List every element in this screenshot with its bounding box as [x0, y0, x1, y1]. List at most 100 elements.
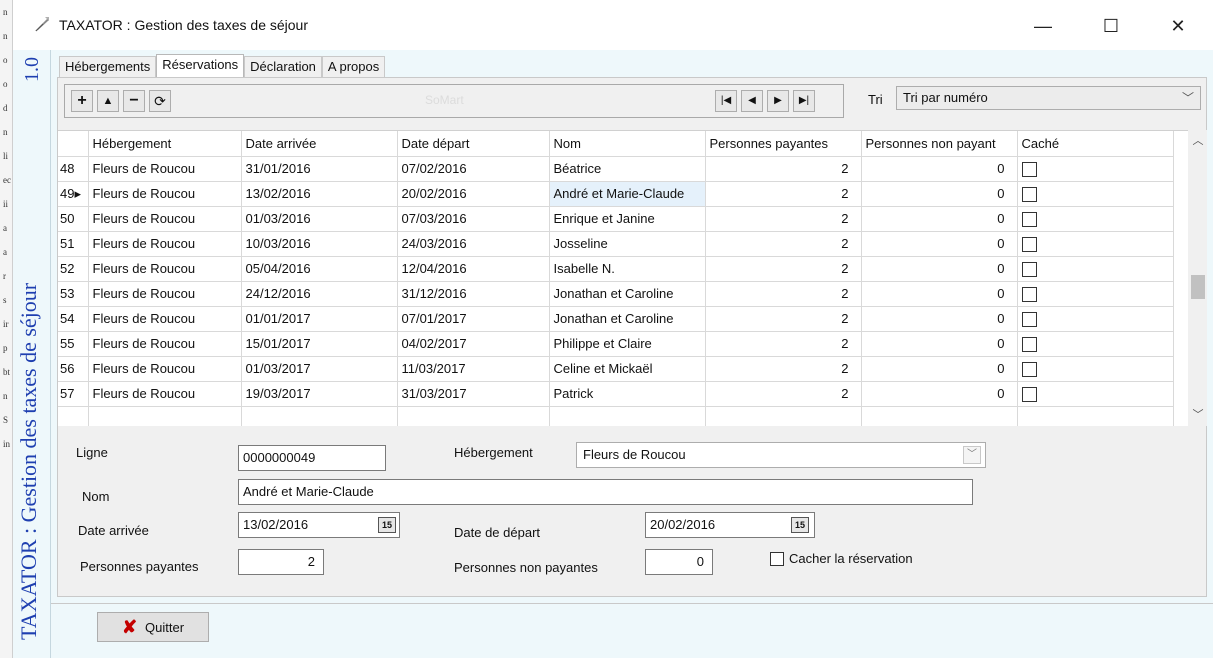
non-payantes-cell[interactable]: 0 [861, 306, 1018, 332]
table-row[interactable]: 54 Fleurs de Roucou 01/01/2017 07/01/2017 Jo… [58, 306, 1174, 332]
date-arrivee-cell[interactable]: 31/01/2016 [241, 156, 398, 182]
nom-cell[interactable]: Patrick [549, 381, 706, 407]
nom-cell[interactable]: Josseline [549, 231, 706, 257]
tab-hebergements[interactable]: Hébergements [59, 56, 157, 78]
cache-cell[interactable] [1017, 181, 1174, 207]
cache-checkbox[interactable] [1021, 336, 1037, 352]
date-depart-cell[interactable]: 04/02/2017 [397, 331, 550, 357]
date-arrivee-cell[interactable]: 01/03/2017 [241, 356, 398, 382]
non-payantes-cell[interactable]: 0 [861, 156, 1018, 182]
sort-select[interactable]: Tri par numéro ﹀ [896, 86, 1201, 110]
hebergement-cell[interactable]: Fleurs de Roucou [88, 256, 242, 282]
date-depart-cell[interactable]: 07/03/2016 [397, 206, 550, 232]
nom-cell[interactable]: Philippe et Claire [549, 331, 706, 357]
non-payantes-cell[interactable]: 0 [861, 256, 1018, 282]
refresh-icon[interactable]: ⟳ [149, 90, 171, 112]
table-row[interactable]: 55 Fleurs de Roucou 15/01/2017 04/02/2017 Ph… [58, 331, 1174, 357]
row-id-cell[interactable]: 54 [58, 306, 89, 332]
row-id-cell[interactable]: 49▸ [58, 181, 89, 207]
date-arrivee-cell[interactable]: 13/02/2016 [241, 181, 398, 207]
hebergement-cell[interactable]: Fleurs de Roucou [88, 181, 242, 207]
non-payantes-cell[interactable]: 0 [861, 356, 1018, 382]
cache-cell[interactable] [1017, 206, 1174, 232]
table-row[interactable]: 53 Fleurs de Roucou 24/12/2016 31/12/2016 Jo… [58, 281, 1174, 307]
cache-cell[interactable] [1017, 281, 1174, 307]
cache-cell[interactable] [1017, 306, 1174, 332]
hebergement-cell[interactable]: Fleurs de Roucou [88, 231, 242, 257]
table-row[interactable]: 56 Fleurs de Roucou 01/03/2017 11/03/2017 Ce… [58, 356, 1174, 382]
tab-a-propos[interactable]: A propos [321, 56, 386, 78]
date-arrivee-cell[interactable]: 01/01/2017 [241, 306, 398, 332]
quit-button[interactable]: ✘ Quitter [97, 612, 209, 642]
cache-checkbox[interactable] [1021, 211, 1037, 227]
cache-checkbox[interactable] [1021, 386, 1037, 402]
col-header-date-arrivee[interactable]: Date arrivée [241, 131, 398, 157]
date-depart-field[interactable]: 20/02/2016 [645, 512, 815, 538]
ligne-field[interactable]: 0000000049 [238, 445, 386, 471]
payantes-cell[interactable]: 2 [705, 331, 862, 357]
table-row[interactable]: 49▸ Fleurs de Roucou 13/02/2016 20/02/2016 A… [58, 181, 1174, 207]
calendar-icon[interactable]: 15 [378, 517, 396, 533]
row-id-cell[interactable]: 55 [58, 331, 89, 357]
row-id-cell[interactable]: 51 [58, 231, 89, 257]
prev-record-button[interactable]: ◀ [741, 90, 763, 112]
hebergement-cell[interactable]: Fleurs de Roucou [88, 281, 242, 307]
row-id-cell[interactable]: 48 [58, 156, 89, 182]
cache-cell[interactable] [1017, 331, 1174, 357]
first-record-button[interactable]: |◀ [715, 90, 737, 112]
date-depart-cell[interactable]: 07/02/2016 [397, 156, 550, 182]
tab-reservations[interactable]: Réservations [156, 54, 245, 78]
date-depart-cell[interactable]: 07/01/2017 [397, 306, 550, 332]
reservations-grid[interactable]: Hébergement Date arrivée Date départ Nom… [58, 130, 1188, 426]
close-button[interactable]: ✕ [1158, 12, 1198, 40]
hebergement-cell[interactable]: Fleurs de Roucou [88, 356, 242, 382]
date-depart-cell[interactable]: 24/03/2016 [397, 231, 550, 257]
date-arrivee-cell[interactable]: 19/03/2017 [241, 381, 398, 407]
table-row[interactable]: 51 Fleurs de Roucou 10/03/2016 24/03/2016 Jo… [58, 231, 1174, 257]
cache-checkbox[interactable] [1021, 311, 1037, 327]
cache-cell[interactable] [1017, 231, 1174, 257]
cache-cell[interactable] [1017, 356, 1174, 382]
non-payantes-cell[interactable]: 0 [861, 206, 1018, 232]
minimize-button[interactable]: — [1023, 12, 1063, 40]
col-header-payantes[interactable]: Personnes payantes [705, 131, 862, 157]
non-payantes-cell[interactable]: 0 [861, 181, 1018, 207]
date-depart-cell[interactable]: 11/03/2017 [397, 356, 550, 382]
nom-field[interactable]: André et Marie-Claude [238, 479, 973, 505]
nom-cell[interactable]: Jonathan et Caroline [549, 306, 706, 332]
nom-cell[interactable]: André et Marie-Claude [549, 181, 706, 207]
col-header-nom[interactable]: Nom [549, 131, 706, 157]
cache-checkbox[interactable] [1021, 236, 1037, 252]
row-id-cell[interactable]: 50 [58, 206, 89, 232]
delete-record-button[interactable]: − [123, 90, 145, 112]
hebergement-cell[interactable]: Fleurs de Roucou [88, 331, 242, 357]
col-header-hebergement[interactable]: Hébergement [88, 131, 242, 157]
payantes-field[interactable]: 2 [238, 549, 324, 575]
non-payantes-cell[interactable]: 0 [861, 381, 1018, 407]
row-id-cell[interactable]: 53 [58, 281, 89, 307]
date-arrivee-cell[interactable]: 10/03/2016 [241, 231, 398, 257]
hebergement-combo[interactable]: Fleurs de Roucou ﹀ [576, 442, 986, 468]
nom-cell[interactable]: Enrique et Janine [549, 206, 706, 232]
date-arrivee-field[interactable]: 13/02/2016 [238, 512, 400, 538]
row-id-cell[interactable]: 57 [58, 381, 89, 407]
cache-cell[interactable] [1017, 156, 1174, 182]
payantes-cell[interactable]: 2 [705, 256, 862, 282]
date-arrivee-cell[interactable]: 01/03/2016 [241, 206, 398, 232]
col-header-non-payantes[interactable]: Personnes non payant [861, 131, 1018, 157]
hebergement-cell[interactable]: Fleurs de Roucou [88, 156, 242, 182]
cache-cell[interactable] [1017, 381, 1174, 407]
nom-cell[interactable]: Jonathan et Caroline [549, 281, 706, 307]
payantes-cell[interactable]: 2 [705, 381, 862, 407]
row-id-cell[interactable]: 52 [58, 256, 89, 282]
next-record-button[interactable]: ▶ [767, 90, 789, 112]
payantes-cell[interactable]: 2 [705, 206, 862, 232]
nom-cell[interactable]: Isabelle N. [549, 256, 706, 282]
payantes-cell[interactable]: 2 [705, 281, 862, 307]
cache-checkbox[interactable] [1021, 361, 1037, 377]
hebergement-cell[interactable]: Fleurs de Roucou [88, 306, 242, 332]
non-payantes-field[interactable]: 0 [645, 549, 713, 575]
nom-cell[interactable]: Béatrice [549, 156, 706, 182]
tab-declaration[interactable]: Déclaration [244, 56, 322, 78]
calendar-icon[interactable]: 15 [791, 517, 809, 533]
